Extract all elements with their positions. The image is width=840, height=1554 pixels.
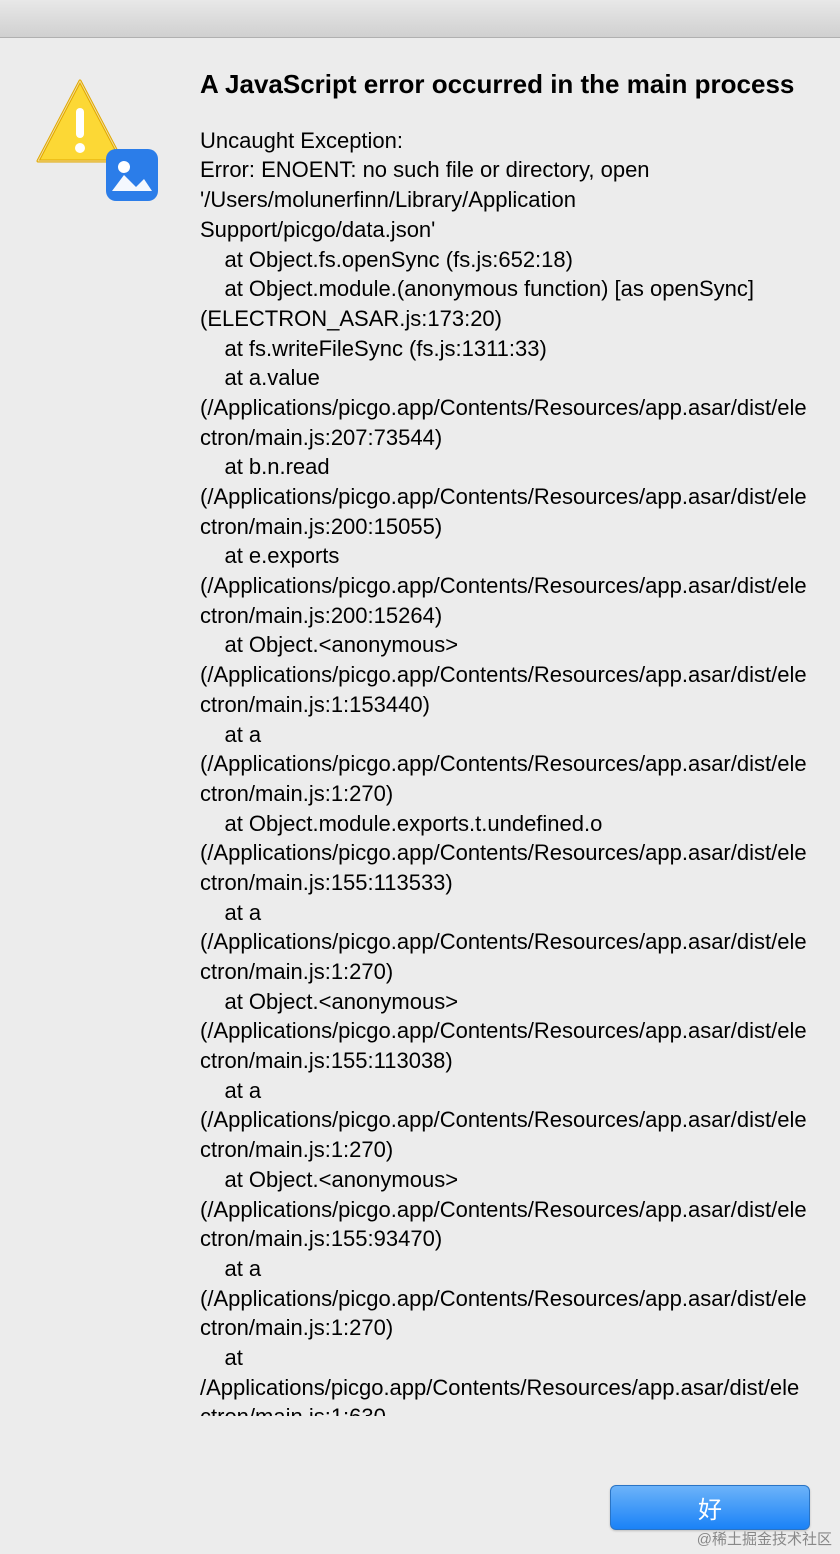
watermark: @稀土掘金技术社区 bbox=[697, 1528, 832, 1549]
dialog-title: A JavaScript error occurred in the main … bbox=[200, 68, 810, 102]
window-titlebar bbox=[0, 0, 840, 38]
button-row: 好 bbox=[610, 1485, 810, 1530]
ok-button[interactable]: 好 bbox=[610, 1485, 810, 1530]
dialog-icon bbox=[30, 73, 150, 193]
content-column: A JavaScript error occurred in the main … bbox=[170, 68, 810, 1416]
icon-column bbox=[30, 68, 170, 1416]
error-message: Uncaught Exception: Error: ENOENT: no su… bbox=[200, 126, 810, 1416]
dialog-body: A JavaScript error occurred in the main … bbox=[0, 38, 840, 1416]
app-icon bbox=[104, 147, 160, 203]
